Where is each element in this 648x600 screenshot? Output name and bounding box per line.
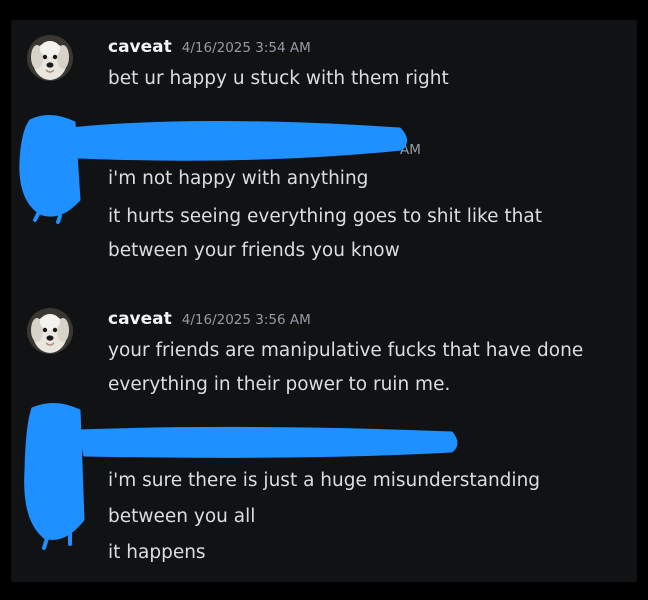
timestamp: 4/16/2025 3:56 AM (181, 312, 311, 328)
dog-avatar-icon (27, 35, 73, 81)
message-text: between your friends you know (108, 240, 400, 261)
timestamp: 4/16/2025 3:54 AM (181, 40, 311, 56)
user-avatar[interactable] (27, 308, 73, 354)
chat-panel (11, 20, 637, 582)
username[interactable]: caveat (108, 309, 172, 329)
dog-avatar-icon (27, 308, 73, 354)
message-text: i'm not happy with anything (108, 168, 369, 189)
username[interactable]: caveat (108, 37, 172, 57)
message-text: everything in their power to ruin me. (108, 374, 451, 395)
message-text: bet ur happy u stuck with them right (108, 68, 449, 89)
message-text: between you all (108, 506, 256, 527)
message-text: i'm sure there is just a huge misunderst… (108, 470, 541, 491)
timestamp: AM (400, 142, 421, 158)
message-text: it happens (108, 542, 206, 563)
message-text: your friends are manipulative fucks that… (108, 340, 584, 361)
message-text: it hurts seeing everything goes to shit … (108, 206, 542, 227)
user-avatar[interactable] (27, 35, 73, 81)
